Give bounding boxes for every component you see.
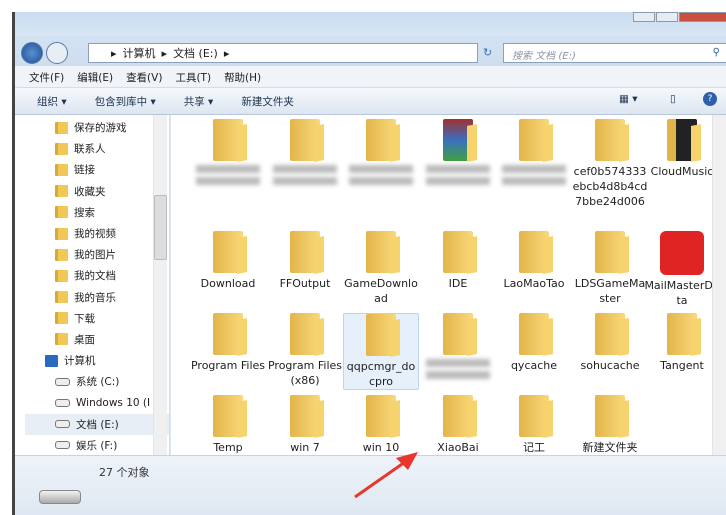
annotation-arrow <box>354 452 418 499</box>
